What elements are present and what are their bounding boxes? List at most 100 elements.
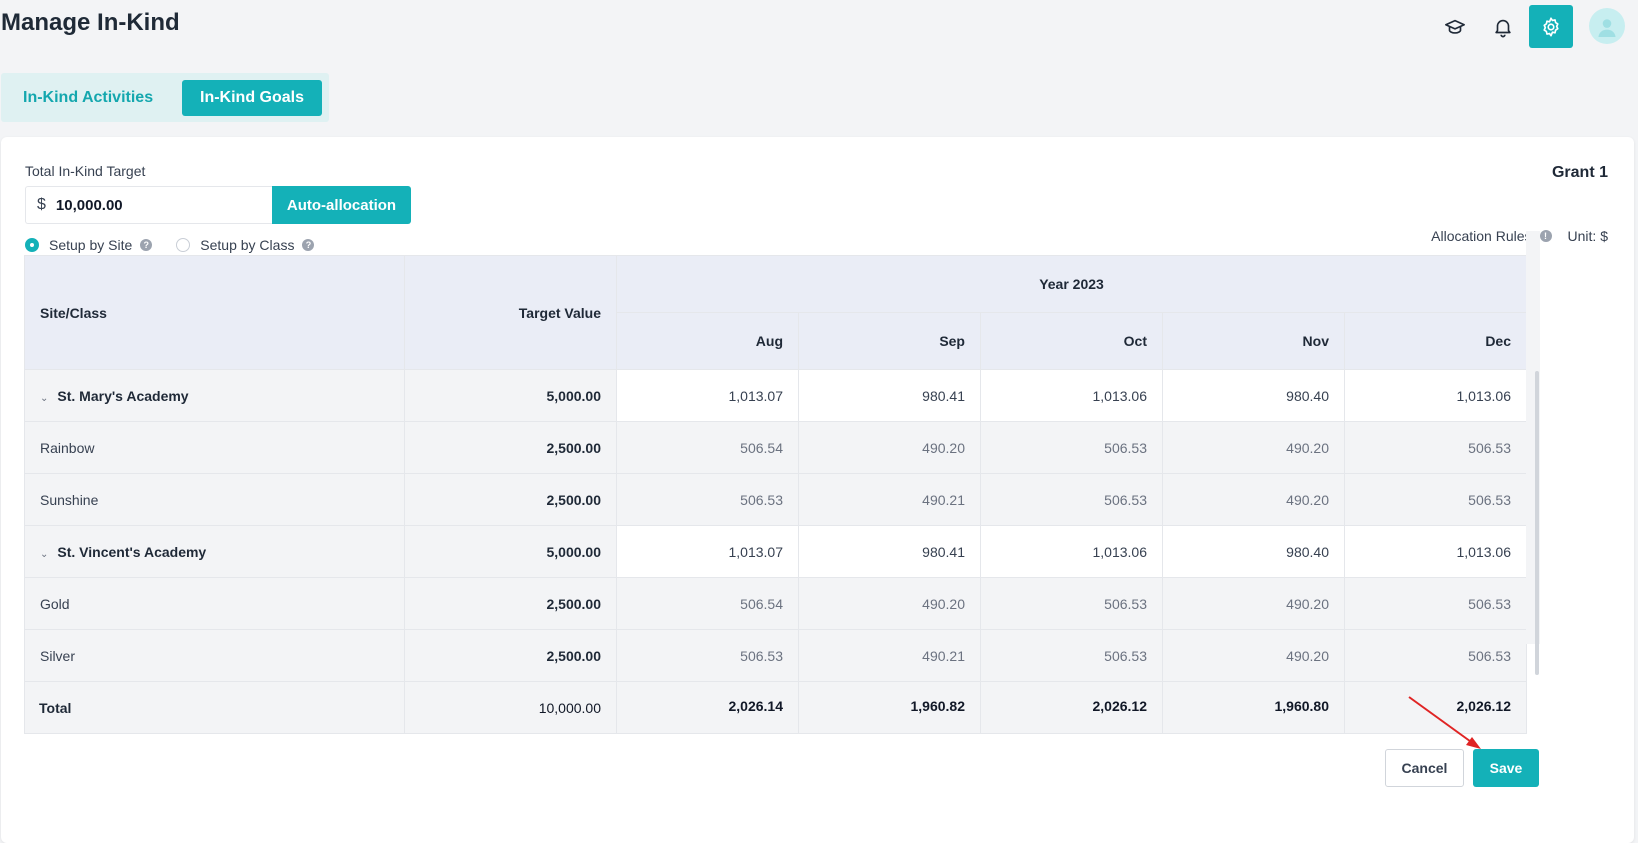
auto-allocation-button[interactable]: Auto-allocation (272, 186, 411, 224)
month-value-cell[interactable]: 506.54 (616, 577, 799, 630)
target-input-value: 10,000.00 (55, 196, 123, 214)
row-label: Gold (40, 595, 70, 612)
total-month-cell: 2,026.12 (1344, 681, 1527, 734)
month-value-cell[interactable]: 506.53 (616, 629, 799, 682)
month-value-cell[interactable]: 506.53 (980, 577, 1163, 630)
month-value-cell[interactable]: 490.20 (1162, 473, 1345, 526)
cancel-button[interactable]: Cancel (1385, 749, 1464, 787)
month-value-cell[interactable]: 1,013.06 (1344, 525, 1527, 578)
tab-bar: In-Kind Activities In-Kind Goals (1, 73, 329, 122)
total-target-cell: 10,000.00 (404, 681, 617, 734)
radio-button-unchecked[interactable] (176, 238, 191, 252)
column-header-month: Aug (616, 312, 799, 370)
month-value-cell[interactable]: 506.53 (616, 473, 799, 526)
month-value-cell[interactable]: 980.41 (798, 369, 981, 422)
target-value-cell: 2,500.00 (404, 629, 617, 682)
help-icon[interactable]: ? (140, 239, 153, 251)
unit-label: Unit: $ (1567, 228, 1608, 244)
chevron-down-icon[interactable]: ⌄ (40, 393, 48, 404)
currency-symbol: $ (37, 196, 46, 213)
column-header-site-class: Site/Class (24, 255, 405, 370)
site-row: ⌄ St. Vincent's Academy 5,000.00 1,013.07 98… (24, 525, 1527, 578)
table-scrollbar-thumb[interactable] (1535, 371, 1539, 675)
goals-table: Site/Class Target Value Year 2023 Aug Sep… (24, 255, 1527, 734)
tab-in-kind-goals[interactable]: In-Kind Goals (182, 80, 322, 116)
save-button[interactable]: Save (1473, 749, 1539, 787)
allocation-rules-label[interactable]: Allocation Rules (1431, 228, 1531, 244)
month-value-cell[interactable]: 980.40 (1162, 369, 1345, 422)
month-value-cell[interactable]: 1,013.06 (980, 369, 1163, 422)
radio-setup-by-site[interactable]: Setup by Site ? (25, 237, 153, 253)
site-name-cell[interactable]: ⌄ St. Vincent's Academy (24, 525, 405, 578)
column-header-target-value: Target Value (404, 255, 617, 370)
month-value-cell[interactable]: 506.53 (980, 421, 1163, 474)
class-row: Silver 2,500.00 506.53 490.21 506.53 490.20 50… (24, 629, 1527, 682)
row-label: St. Mary's Academy (57, 387, 189, 404)
month-value-cell[interactable]: 1,013.06 (1344, 369, 1527, 422)
target-input[interactable]: $ 10,000.00 (25, 186, 272, 224)
month-value-cell[interactable]: 490.20 (1162, 421, 1345, 474)
column-header-month: Dec (1344, 312, 1527, 370)
gear-icon[interactable] (1529, 5, 1573, 48)
radio-label-class: Setup by Class (200, 237, 295, 253)
target-value-cell: 2,500.00 (404, 421, 617, 474)
column-header-month: Oct (980, 312, 1163, 370)
tab-in-kind-activities[interactable]: In-Kind Activities (5, 80, 171, 116)
site-name-cell[interactable]: ⌄ St. Mary's Academy (24, 369, 405, 422)
grant-title: Grant 1 (1551, 164, 1608, 181)
total-row: Total 10,000.00 2,026.14 1,960.82 2,026.12 1,… (24, 681, 1527, 734)
month-value-cell[interactable]: 506.53 (1344, 629, 1527, 682)
allocation-rules-row: Allocation Rules ! Unit: $ (1431, 228, 1608, 244)
chevron-down-icon[interactable]: ⌄ (40, 549, 48, 560)
help-icon[interactable]: ? (302, 239, 315, 251)
graduation-cap-icon[interactable] (1433, 5, 1477, 48)
total-label: Total (24, 681, 405, 734)
site-row: ⌄ St. Mary's Academy 5,000.00 1,013.07 980.4… (24, 369, 1527, 422)
target-value-cell: 2,500.00 (404, 473, 617, 526)
month-value-cell[interactable]: 506.53 (980, 629, 1163, 682)
month-value-cell[interactable]: 980.40 (1162, 525, 1345, 578)
column-header-month: Nov (1162, 312, 1345, 370)
row-label: Rainbow (40, 439, 95, 456)
month-value-cell[interactable]: 1,013.06 (980, 525, 1163, 578)
user-avatar[interactable] (1589, 8, 1625, 44)
month-value-cell[interactable]: 506.53 (980, 473, 1163, 526)
row-label: Sunshine (40, 491, 99, 508)
class-name-cell: Silver (24, 629, 405, 682)
month-value-cell[interactable]: 506.53 (1344, 473, 1527, 526)
class-name-cell: Gold (24, 577, 405, 630)
month-value-cell[interactable]: 490.21 (798, 473, 981, 526)
month-value-cell[interactable]: 1,013.07 (616, 369, 799, 422)
month-value-cell[interactable]: 1,013.07 (616, 525, 799, 578)
total-month-cell: 1,960.80 (1162, 681, 1345, 734)
class-name-cell: Sunshine (24, 473, 405, 526)
radio-button-checked[interactable] (25, 238, 39, 252)
month-value-cell[interactable]: 490.20 (798, 421, 981, 474)
month-value-cell[interactable]: 506.54 (616, 421, 799, 474)
month-value-cell[interactable]: 980.41 (798, 525, 981, 578)
month-value-cell[interactable]: 490.20 (798, 577, 981, 630)
bell-icon[interactable] (1481, 5, 1525, 48)
month-value-cell[interactable]: 490.21 (798, 629, 981, 682)
radio-setup-by-class[interactable]: Setup by Class ? (176, 237, 315, 253)
class-row: Gold 2,500.00 506.54 490.20 506.53 490.20 506.… (24, 577, 1527, 630)
class-row: Sunshine 2,500.00 506.53 490.21 506.53 490.20… (24, 473, 1527, 526)
target-value-cell: 5,000.00 (404, 525, 617, 578)
total-month-cell: 2,026.12 (980, 681, 1163, 734)
target-label: Total In-Kind Target (25, 163, 146, 179)
class-row: Rainbow 2,500.00 506.54 490.20 506.53 490.20 5… (24, 421, 1527, 474)
month-value-cell[interactable]: 506.53 (1344, 421, 1527, 474)
total-month-cell: 2,026.14 (616, 681, 799, 734)
column-header-month: Sep (798, 312, 981, 370)
month-value-cell[interactable]: 490.20 (1162, 629, 1345, 682)
class-name-cell: Rainbow (24, 421, 405, 474)
month-value-cell[interactable]: 490.20 (1162, 577, 1345, 630)
row-label: St. Vincent's Academy (57, 543, 207, 560)
month-value-cell[interactable]: 506.53 (1344, 577, 1527, 630)
target-value-cell: 2,500.00 (404, 577, 617, 630)
info-icon[interactable]: ! (1539, 230, 1552, 242)
radio-label-site: Setup by Site (49, 237, 133, 253)
total-month-cell: 1,960.82 (798, 681, 981, 734)
target-value-cell: 5,000.00 (404, 369, 617, 422)
setup-mode-radio-group: Setup by Site ? Setup by Class ? (25, 237, 315, 253)
